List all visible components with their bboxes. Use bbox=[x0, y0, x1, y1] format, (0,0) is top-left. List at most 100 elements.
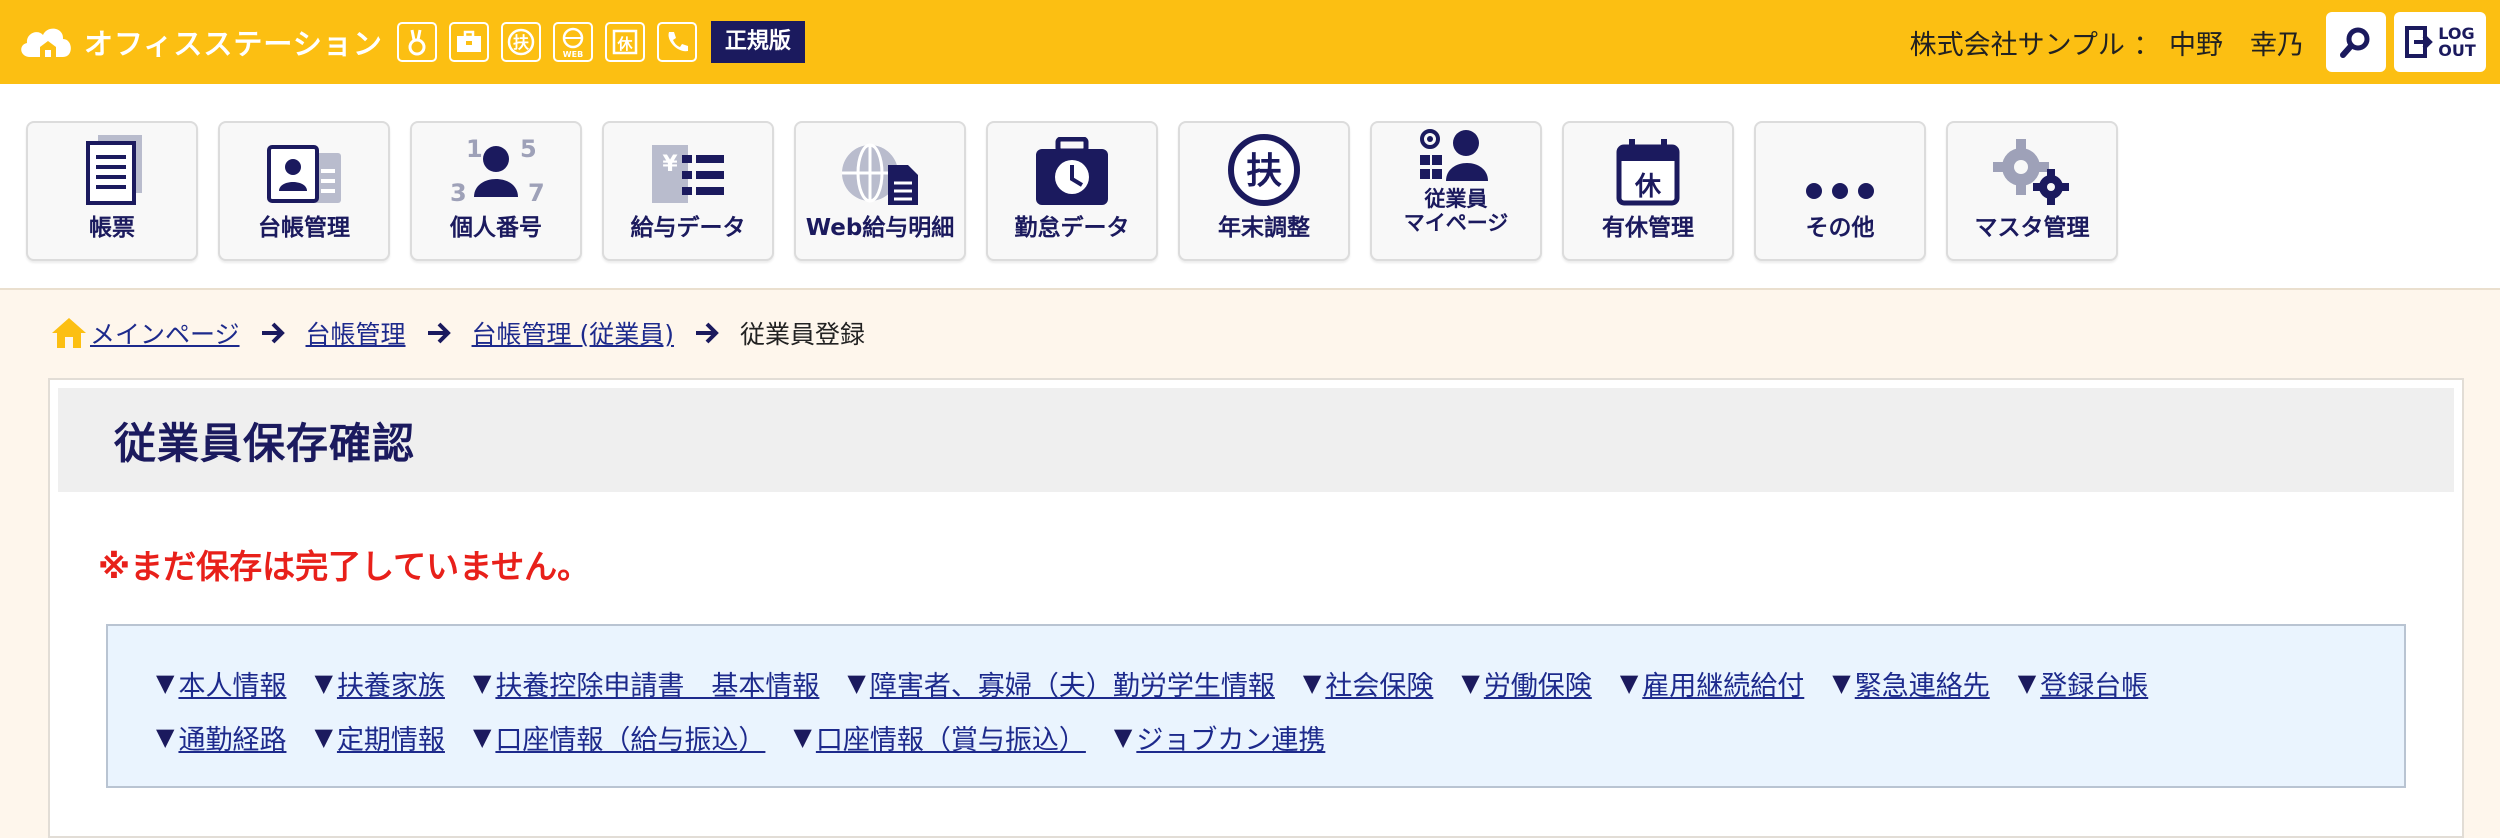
calendar-kyu-icon: 休 bbox=[1616, 139, 1680, 206]
svg-text:休: 休 bbox=[1634, 172, 1662, 202]
svg-text:7: 7 bbox=[528, 179, 544, 207]
menu-master-settings-label: マスタ管理 bbox=[1974, 215, 2090, 241]
svg-text:休: 休 bbox=[616, 35, 633, 53]
menu-year-end-adjustment-label: 年末調整 bbox=[1218, 215, 1310, 241]
toolbox-icon[interactable] bbox=[448, 22, 489, 62]
triangle-down-icon: ▼ bbox=[1302, 669, 1322, 697]
web-icon[interactable]: WEB bbox=[552, 22, 593, 62]
cloud-logo-icon bbox=[21, 28, 71, 57]
menu-my-number[interactable]: 1 5 3 7 個人番号 bbox=[410, 121, 582, 261]
kyu-icon[interactable]: 休 bbox=[604, 22, 645, 62]
triangle-down-icon: ▼ bbox=[314, 669, 333, 697]
yen-list-icon: ¥ bbox=[652, 145, 724, 203]
jump-link-label: 労働保険 bbox=[1483, 670, 1592, 702]
svg-text:扶: 扶 bbox=[513, 33, 530, 52]
triangle-down-icon: ▼ bbox=[793, 723, 812, 751]
page-title: 従業員保存確認 bbox=[114, 418, 416, 468]
top-header: オフィスステーション 扶 WEB 休 正規版 株式会社サンプル ： 中野 幸乃 bbox=[0, 0, 2500, 84]
breadcrumb-arrow-icon bbox=[426, 321, 452, 345]
breadcrumb-ledger-link[interactable]: 台帳管理 bbox=[306, 315, 406, 351]
menu-employee-mypage[interactable]: 従業員 マイページ bbox=[1370, 121, 1542, 261]
jump-link-commute-route[interactable]: ▼ 通勤経路 bbox=[156, 718, 286, 757]
jump-links-row: ▼ 通勤経路 ▼ 定期情報 ▼ 口座情報（給与振込） ▼ 口座情報（賞与振込） ▼ ジョブ… bbox=[156, 710, 2404, 764]
employee-page-icon bbox=[1420, 129, 1488, 181]
menu-web-payslip-label: Web給与明細 bbox=[805, 215, 955, 241]
menu-attendance-data[interactable]: 勤怠データ bbox=[986, 121, 1158, 261]
jump-link-label: 緊急連絡先 bbox=[1854, 670, 1990, 702]
section-jump-links: ▼ 本人情報 ▼ 扶養家族 ▼ 扶養控除申請書 基本情報 ▼ 障害者、寡婦（夫）勤労学生… bbox=[106, 624, 2406, 788]
menu-my-number-label: 個人番号 bbox=[450, 215, 542, 241]
breadcrumb-current: 従業員登録 bbox=[740, 320, 866, 349]
timecard-clock-icon bbox=[1036, 137, 1108, 205]
triangle-down-icon: ▼ bbox=[2017, 669, 2037, 697]
triangle-down-icon: ▼ bbox=[1832, 669, 1851, 697]
menu-employee-mypage-label: 従業員 マイページ bbox=[1404, 187, 1509, 235]
search-icon bbox=[2340, 27, 2370, 58]
jump-link-label: ジョブカン連携 bbox=[1136, 724, 1326, 756]
brand[interactable]: オフィスステーション bbox=[16, 21, 397, 63]
rabbit-icon[interactable] bbox=[396, 22, 437, 62]
user-area: 株式会社サンプル ： 中野 幸乃 LOG OUT bbox=[1910, 12, 2486, 72]
jump-link-jobcan[interactable]: ▼ ジョブカン連携 bbox=[1114, 718, 1325, 757]
jump-link-label: 雇用継続給付 bbox=[1642, 670, 1805, 702]
user-name: 株式会社サンプル ： 中野 幸乃 bbox=[1909, 29, 2304, 61]
menu-others-label: その他 bbox=[1805, 215, 1875, 241]
triangle-down-icon: ▼ bbox=[472, 669, 492, 697]
menu-forms-label: 帳票 bbox=[89, 215, 135, 241]
jump-link-bank-bonus[interactable]: ▼ 口座情報（賞与振込） bbox=[793, 718, 1085, 757]
triangle-down-icon: ▼ bbox=[472, 723, 492, 751]
triangle-down-icon: ▼ bbox=[156, 723, 175, 751]
menu-ledger[interactable]: 台帳管理 bbox=[218, 121, 390, 261]
menu-year-end-adjustment[interactable]: 扶 年末調整 bbox=[1178, 121, 1350, 261]
jump-link-employment-continuation[interactable]: ▼ 雇用継続給付 bbox=[1620, 664, 1804, 703]
logout-button[interactable]: LOG OUT bbox=[2394, 12, 2486, 72]
jump-link-dependent-deduction-basic[interactable]: ▼ 扶養控除申請書 基本情報 bbox=[473, 664, 819, 703]
jump-link-bank-salary[interactable]: ▼ 口座情報（給与振込） bbox=[473, 718, 765, 757]
home-icon[interactable] bbox=[50, 316, 88, 350]
breadcrumb-ledger-employee-link[interactable]: 台帳管理 (従業員) bbox=[472, 315, 674, 351]
jump-links-row: ▼ 本人情報 ▼ 扶養家族 ▼ 扶養控除申請書 基本情報 ▼ 障害者、寡婦（夫）勤労学生… bbox=[156, 656, 2404, 710]
quick-icons: 扶 WEB 休 正規版 bbox=[396, 21, 1910, 63]
svg-text:¥: ¥ bbox=[662, 152, 678, 177]
jump-link-social-insurance[interactable]: ▼ 社会保険 bbox=[1303, 664, 1433, 703]
menu-employee-mypage-label-line1: 従業員 bbox=[1424, 187, 1488, 211]
main-menu: 帳票 台帳管理 1 5 3 7 個人番号 ¥ 給与データ Web給与明細 勤怠デ… bbox=[0, 84, 2500, 290]
fu-circle-icon: 扶 bbox=[1228, 134, 1300, 206]
menu-others[interactable]: その他 bbox=[1754, 121, 1926, 261]
phone-icon[interactable] bbox=[656, 22, 697, 62]
logout-label-line2: OUT bbox=[2438, 41, 2476, 60]
logout-label: LOG OUT bbox=[2438, 25, 2476, 59]
jump-link-label: 社会保険 bbox=[1325, 670, 1434, 702]
svg-text:5: 5 bbox=[520, 135, 537, 163]
jump-link-emergency-contact[interactable]: ▼ 緊急連絡先 bbox=[1832, 664, 1989, 703]
menu-master-settings[interactable]: マスタ管理 bbox=[1946, 121, 2118, 261]
search-button[interactable] bbox=[2326, 12, 2386, 72]
menu-payroll-data[interactable]: ¥ 給与データ bbox=[602, 121, 774, 261]
triangle-down-icon: ▼ bbox=[1113, 723, 1133, 751]
person-numbers-icon: 1 5 3 7 bbox=[450, 135, 544, 207]
menu-paid-leave[interactable]: 休 有休管理 bbox=[1562, 121, 1734, 261]
brand-title: オフィスステーション bbox=[84, 27, 383, 61]
menu-forms[interactable]: 帳票 bbox=[26, 121, 198, 261]
jump-link-dependents[interactable]: ▼ 扶養家族 bbox=[314, 664, 444, 703]
menu-web-payslip[interactable]: Web給与明細 bbox=[794, 121, 966, 261]
gears-icon bbox=[1993, 139, 2069, 205]
jump-link-label: 障害者、寡婦（夫）勤労学生情報 bbox=[869, 670, 1275, 702]
jump-link-label: 定期情報 bbox=[336, 724, 445, 756]
jump-link-registration-ledger[interactable]: ▼ 登録台帳 bbox=[2018, 664, 2148, 703]
jump-link-personal-info[interactable]: ▼ 本人情報 bbox=[156, 664, 286, 703]
breadcrumb-home-link[interactable]: メインページ bbox=[90, 315, 240, 351]
triangle-down-icon: ▼ bbox=[156, 669, 175, 697]
jump-link-commuter-pass[interactable]: ▼ 定期情報 bbox=[314, 718, 444, 757]
jump-link-labor-insurance[interactable]: ▼ 労働保険 bbox=[1461, 664, 1591, 703]
fu-icon[interactable]: 扶 bbox=[500, 22, 541, 62]
jump-link-label: 登録台帳 bbox=[2040, 670, 2149, 702]
menu-payroll-data-label: 給与データ bbox=[630, 215, 746, 241]
panel-header: 従業員保存確認 bbox=[58, 388, 2454, 492]
document-stack-icon bbox=[86, 135, 142, 205]
breadcrumb-arrow-icon bbox=[694, 321, 720, 345]
jump-link-label: 口座情報（賞与振込） bbox=[815, 724, 1086, 756]
jump-link-disability-widow-student[interactable]: ▼ 障害者、寡婦（夫）勤労学生情報 bbox=[847, 664, 1274, 703]
logout-label-line1: LOG bbox=[2438, 24, 2475, 43]
svg-text:扶: 扶 bbox=[1246, 151, 1282, 192]
